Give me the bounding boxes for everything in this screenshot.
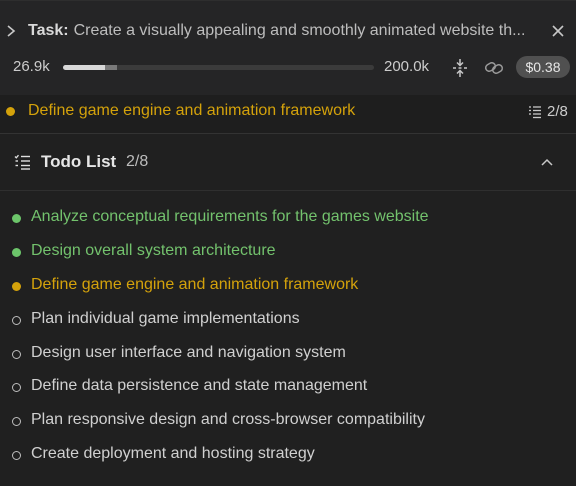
- todo-item-text: Design user interface and navigation sys…: [31, 344, 346, 361]
- todo-list-icon: [14, 154, 30, 170]
- todo-item-text: Define data persistence and state manage…: [31, 377, 368, 394]
- todo-item[interactable]: Plan individual game implementations: [0, 308, 576, 332]
- task-description: Create a visually appealing and smoothly…: [73, 22, 526, 39]
- todo-item-text: Define game engine and animation framewo…: [31, 276, 359, 293]
- status-dot: [12, 383, 21, 392]
- status-dot: [12, 350, 21, 359]
- todo-item[interactable]: Plan responsive design and cross-browser…: [0, 409, 576, 433]
- tokens-used: 26.9k: [13, 58, 50, 75]
- todo-header[interactable]: Todo List 2/8: [0, 134, 576, 191]
- todo-item-text: Plan responsive design and cross-browser…: [31, 411, 425, 428]
- link-icon[interactable]: [484, 59, 504, 77]
- tokens-limit: 200.0k: [384, 58, 430, 75]
- todo-item-text: Plan individual game implementations: [31, 310, 300, 327]
- todo-item[interactable]: Analyze conceptual requirements for the …: [0, 206, 576, 230]
- status-dot: [12, 316, 21, 325]
- current-task-count: 2/8: [547, 103, 568, 120]
- status-dot: [12, 417, 21, 426]
- todo-panel: Todo List 2/8 Analyze conceptual require…: [0, 133, 576, 486]
- current-task-row[interactable]: Define game engine and animation framewo…: [0, 95, 576, 131]
- task-header: Task: Create a visually appealing and smo…: [0, 0, 576, 95]
- todo-title: Todo List: [41, 152, 117, 171]
- todo-item-text: Analyze conceptual requirements for the …: [31, 208, 429, 225]
- todo-item-text: Create deployment and hosting strategy: [31, 445, 315, 462]
- condense-icon[interactable]: [451, 58, 469, 78]
- status-dot: [12, 214, 21, 223]
- context-progress-fill: [63, 65, 105, 70]
- token-usage-row: 26.9k 200.0k $0.38: [0, 56, 576, 80]
- task-row[interactable]: Task: Create a visually appealing and smo…: [0, 17, 576, 45]
- status-dot: [12, 282, 21, 291]
- todo-item[interactable]: Define data persistence and state manage…: [0, 375, 576, 399]
- task-label: Task:: [28, 22, 69, 39]
- todo-item[interactable]: Create deployment and hosting strategy: [0, 443, 576, 467]
- chevron-up-icon[interactable]: [540, 156, 554, 168]
- todo-item[interactable]: Design overall system architecture: [0, 240, 576, 264]
- todo-item-text: Design overall system architecture: [31, 242, 276, 259]
- context-cache-fill: [104, 65, 118, 70]
- current-task-text: Define game engine and animation framewo…: [28, 102, 356, 119]
- chevron-right-icon[interactable]: [5, 23, 17, 39]
- active-status-dot: [6, 107, 15, 116]
- todo-count: 2/8: [126, 153, 149, 170]
- cost-badge: $0.38: [516, 56, 570, 78]
- task-summary: Task: Create a visually appealing and smo…: [28, 21, 538, 41]
- list-icon: [529, 106, 541, 119]
- close-icon[interactable]: [550, 23, 566, 39]
- status-dot: [12, 248, 21, 257]
- todo-item[interactable]: Design user interface and navigation sys…: [0, 342, 576, 366]
- status-dot: [12, 451, 21, 460]
- context-progress-bar: [63, 65, 374, 70]
- todo-item[interactable]: Define game engine and animation framewo…: [0, 274, 576, 298]
